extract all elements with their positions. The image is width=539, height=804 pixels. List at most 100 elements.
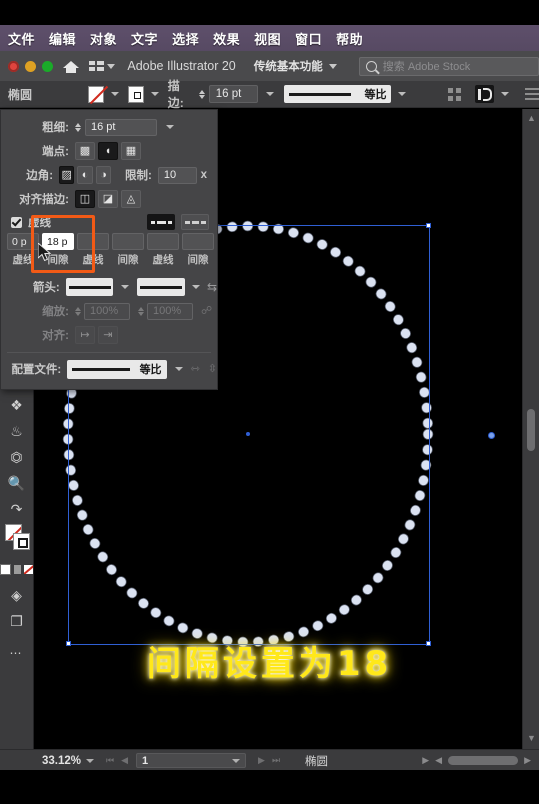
arrow-end-chevron-down-icon[interactable]	[191, 285, 200, 289]
menu-item-window[interactable]: 窗口	[295, 29, 322, 48]
current-tool-label[interactable]: 椭圆	[305, 753, 328, 769]
scroll-up-icon[interactable]: ▲	[527, 113, 536, 123]
scale-label: 缩放:	[42, 306, 69, 318]
transform-panel-icon[interactable]	[448, 87, 462, 101]
workspace-switcher[interactable]: 传统基本功能	[254, 58, 323, 74]
weight-chevron-down-icon[interactable]	[166, 125, 174, 129]
artboard-nav-first-prev[interactable]: ⏮ ◀	[106, 755, 128, 766]
toolbar-stroke-swatch[interactable]	[13, 533, 30, 550]
swap-arrowheads-icon[interactable]: ⇆	[207, 281, 217, 293]
profile-label: 等比	[364, 89, 387, 101]
dash-field-5[interactable]	[147, 233, 179, 250]
fill-swatch[interactable]	[87, 85, 104, 103]
horizontal-scroll-thumb[interactable]	[448, 756, 519, 765]
menu-item-help[interactable]: 帮助	[336, 29, 363, 48]
selection-handle-tr[interactable]	[426, 223, 431, 228]
artboard-nav-next-last[interactable]: ▶ ⏭	[258, 755, 280, 766]
weight-field[interactable]: 16 pt	[85, 118, 157, 136]
arrowhead-start-select[interactable]	[65, 278, 114, 296]
color-swatch-icon[interactable]	[0, 563, 11, 575]
first-artboard-icon[interactable]: ⏮	[106, 755, 114, 766]
align-center-button[interactable]: ◫	[75, 190, 95, 208]
align-panel-button[interactable]	[475, 85, 495, 103]
butt-cap-button[interactable]: ▩	[75, 142, 95, 160]
zoom-chevron-down-icon[interactable]	[86, 758, 95, 763]
stroke-chevron-down-icon[interactable]	[150, 92, 159, 96]
profile-row-chevron-down-icon[interactable]	[174, 367, 183, 371]
miter-join-button[interactable]: ▨	[59, 166, 75, 184]
align-inside-button[interactable]: ◪	[98, 190, 118, 208]
round-join-button[interactable]: ◐	[77, 166, 93, 184]
workspace-chevron-down-icon[interactable]	[328, 63, 337, 69]
dash-field-1[interactable]: 0 p	[7, 233, 39, 250]
home-icon[interactable]	[63, 59, 80, 73]
dash-preserve-exact-button[interactable]	[147, 214, 175, 230]
artboard-number-field[interactable]: 1	[136, 753, 247, 768]
bevel-join-button[interactable]: ◑	[95, 166, 112, 184]
dash-field-6[interactable]	[182, 233, 214, 250]
stroke-profile-dropdown[interactable]: 等比	[67, 359, 167, 379]
tool-swap-fill-stroke[interactable]: ↷	[0, 496, 33, 522]
status-play-icon[interactable]: ▶	[422, 755, 429, 766]
next-artboard-icon[interactable]: ▶	[258, 755, 265, 766]
fill-stroke-indicator[interactable]	[0, 522, 33, 556]
tool-blend[interactable]: ❖	[0, 392, 33, 418]
scroll-down-icon[interactable]: ▼	[527, 733, 536, 743]
tool-symbol-sprayer[interactable]: ♨	[0, 418, 33, 444]
canvas-vertical-scrollbar[interactable]: ▲ ▼	[522, 109, 539, 749]
arrow-start-chevron-down-icon[interactable]	[121, 285, 130, 289]
menu-item-select[interactable]: 选择	[172, 29, 199, 48]
tool-artboard[interactable]: ⏣	[0, 444, 33, 470]
fill-chevron-down-icon[interactable]	[110, 92, 119, 96]
none-color-icon[interactable]	[24, 564, 34, 574]
dash-field-3[interactable]	[77, 233, 109, 250]
last-artboard-icon[interactable]: ⏭	[272, 755, 280, 766]
menu-item-view[interactable]: 视图	[254, 29, 281, 48]
align-bar-icon	[477, 88, 481, 100]
stroke-weight-stepper[interactable]	[198, 89, 205, 99]
dash-field-4[interactable]	[112, 233, 144, 250]
projecting-cap-button[interactable]: ▦	[121, 142, 141, 160]
minimize-window-button[interactable]	[25, 60, 36, 72]
tool-drawing-mode[interactable]: ◈	[0, 582, 33, 608]
weight-stepper[interactable]	[75, 122, 81, 132]
align-outside-button[interactable]: ◬	[121, 190, 141, 208]
dash-adjust-button[interactable]	[181, 214, 209, 230]
previous-artboard-icon[interactable]: ◀	[121, 755, 128, 766]
illustrator-window: 文件 编辑 对象 文字 选择 效果 视图 窗口 帮助 Adobe Illustr…	[0, 0, 539, 804]
close-window-button[interactable]	[8, 60, 19, 72]
stroke-weight-field[interactable]: 16 pt	[208, 85, 258, 103]
menu-item-type[interactable]: 文字	[131, 29, 158, 48]
zoom-level-value[interactable]: 33.12%	[42, 755, 81, 767]
profile-chevron-down-icon[interactable]	[398, 92, 407, 96]
dashed-line-checkbox[interactable]	[11, 216, 22, 228]
arrowhead-end-select[interactable]	[137, 278, 185, 296]
menu-item-edit[interactable]: 编辑	[49, 29, 76, 48]
document-setup-icon[interactable]	[525, 88, 539, 100]
color-mode-row[interactable]	[0, 556, 34, 582]
align-chevron-down-icon[interactable]	[501, 92, 510, 96]
scroll-left-icon[interactable]: ◀	[435, 755, 442, 766]
maximize-window-button[interactable]	[42, 60, 53, 72]
vertical-scroll-thumb[interactable]	[527, 409, 535, 451]
horizontal-scroll-area[interactable]: ▶ ◀ ▶	[422, 755, 531, 766]
artboard-chevron-down-icon[interactable]	[232, 758, 241, 763]
round-cap-button[interactable]: ◖	[98, 142, 118, 160]
stroke-swatch[interactable]	[127, 85, 144, 103]
menu-item-file[interactable]: 文件	[8, 29, 35, 48]
limit-field[interactable]: 10	[157, 166, 197, 184]
menu-item-effect[interactable]: 效果	[213, 29, 240, 48]
stock-search-input[interactable]: 搜索 Adobe Stock	[358, 56, 539, 76]
selected-object-label: 椭圆	[8, 87, 33, 102]
tool-edit-toolbar[interactable]: ⋯	[0, 640, 33, 666]
gradient-icon[interactable]	[13, 564, 22, 574]
stroke-weight-chevron-down-icon[interactable]	[265, 92, 274, 96]
stroke-profile-select[interactable]: 等比	[283, 85, 392, 103]
tool-screen-mode[interactable]: ❐	[0, 608, 33, 634]
tool-zoom[interactable]: 🔍	[0, 470, 33, 496]
scroll-right-icon[interactable]: ▶	[524, 755, 531, 766]
menu-item-object[interactable]: 对象	[90, 29, 117, 48]
arrange-documents-icon[interactable]	[89, 60, 105, 72]
arrange-chevron-down-icon[interactable]	[107, 63, 116, 69]
selection-handle-right[interactable]	[488, 432, 495, 439]
